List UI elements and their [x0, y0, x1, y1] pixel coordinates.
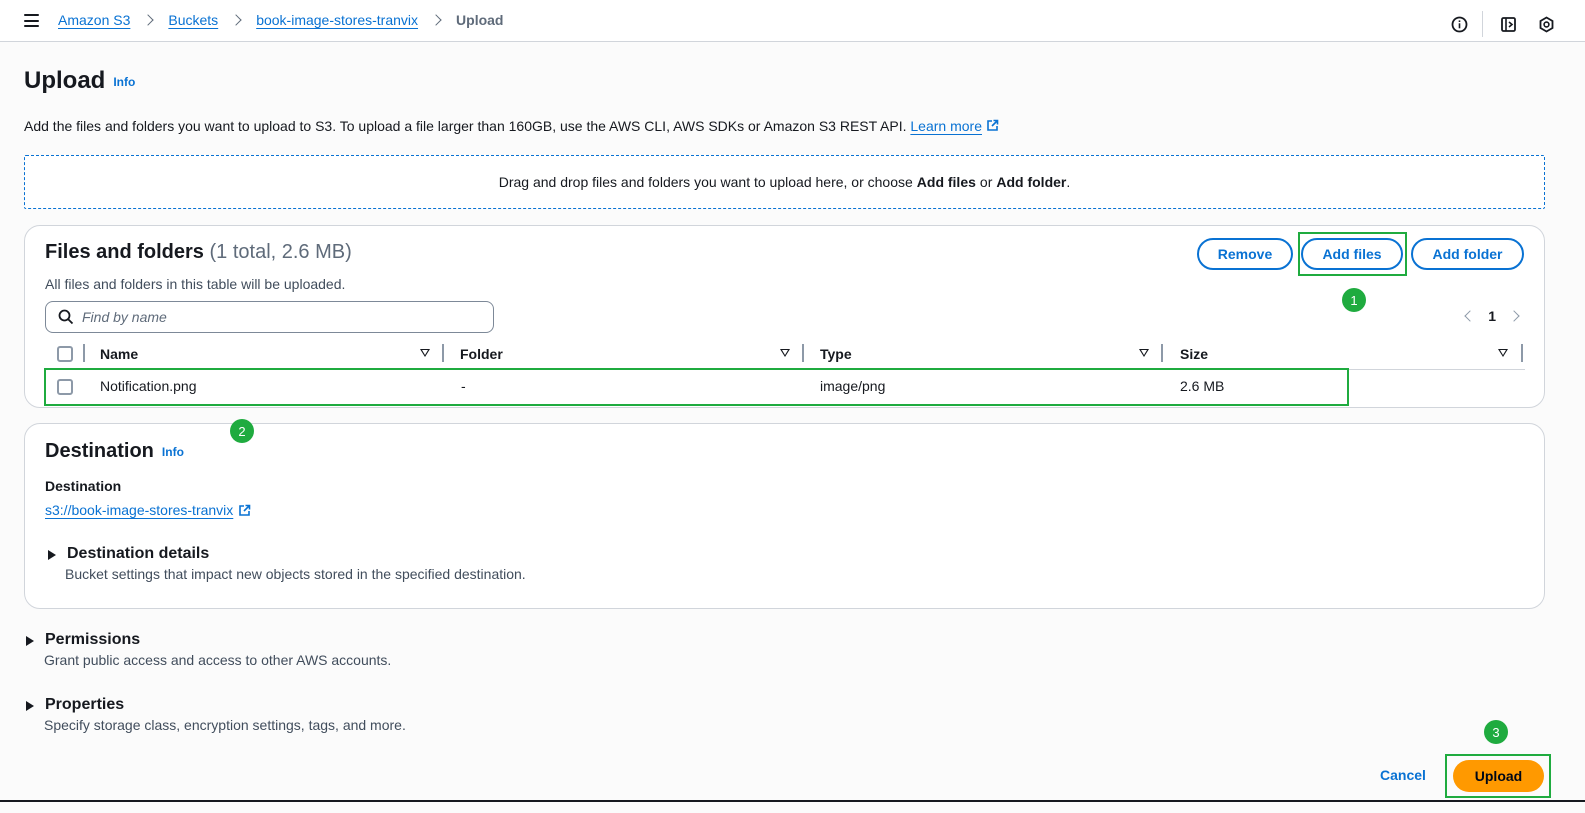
column-separator: [802, 344, 804, 362]
destination-details-expander[interactable]: Destination details: [48, 545, 209, 563]
breadcrumb-amazon-s3[interactable]: Amazon S3: [58, 12, 130, 28]
next-page-icon[interactable]: [1508, 308, 1524, 324]
properties-expander[interactable]: Properties: [26, 696, 124, 714]
chevron-right-icon: [232, 15, 242, 25]
caret-right-icon: [26, 701, 34, 711]
destination-title: Destination Info: [45, 440, 184, 463]
previous-page-icon[interactable]: [1460, 308, 1476, 324]
annotation-box-add-files: [1298, 232, 1407, 276]
page-description-text: Add the files and folders you want to up…: [24, 118, 907, 134]
external-link-icon: [987, 119, 999, 131]
annotation-badge-1: 1: [1342, 288, 1366, 312]
external-link-icon: [239, 504, 251, 516]
chevron-right-icon: [144, 15, 154, 25]
column-separator: [1521, 344, 1523, 362]
top-navigation-bar: Amazon S3 Buckets book-image-stores-tran…: [0, 0, 1585, 42]
dropzone-add-folder: Add folder: [996, 174, 1067, 190]
permissions-expander[interactable]: Permissions: [26, 631, 140, 649]
annotation-box-upload: [1445, 754, 1551, 798]
select-all-checkbox[interactable]: [57, 346, 73, 362]
breadcrumb-buckets[interactable]: Buckets: [168, 12, 218, 28]
column-header-type[interactable]: Type: [820, 346, 852, 362]
column-separator: [83, 344, 85, 362]
sort-icon[interactable]: [420, 349, 430, 357]
column-header-size[interactable]: Size: [1180, 346, 1208, 362]
permissions-subtitle: Grant public access and access to other …: [44, 652, 392, 668]
breadcrumb: Amazon S3 Buckets book-image-stores-tran…: [58, 12, 503, 28]
info-icon[interactable]: [1450, 15, 1468, 33]
column-header-name[interactable]: Name: [100, 346, 138, 362]
top-right-icons: [1430, 11, 1555, 37]
dropzone-add-files: Add files: [916, 174, 976, 190]
remove-button[interactable]: Remove: [1197, 238, 1293, 270]
search-field[interactable]: [45, 301, 494, 333]
properties-title: Properties: [45, 696, 125, 713]
destination-title-text: Destination: [45, 440, 154, 462]
column-separator: [442, 344, 444, 362]
page-title: Upload Info: [24, 67, 135, 95]
annotation-badge-3: 3: [1484, 720, 1508, 744]
sort-icon[interactable]: [1498, 349, 1508, 357]
annotation-badge-2: 2: [230, 419, 254, 443]
bottom-edge: [0, 800, 1585, 813]
page-title-text: Upload: [24, 67, 106, 94]
search-input[interactable]: [82, 309, 482, 325]
pagination: 1: [1460, 308, 1524, 324]
search-icon: [58, 309, 74, 325]
breadcrumb-current: Upload: [456, 12, 504, 28]
sort-icon[interactable]: [1139, 349, 1149, 357]
column-header-folder[interactable]: Folder: [460, 346, 503, 362]
info-link[interactable]: Info: [113, 75, 135, 89]
files-counter: (1 total, 2.6 MB): [209, 241, 352, 263]
destination-info-link[interactable]: Info: [162, 445, 184, 459]
panel-toggle-icon[interactable]: [1499, 15, 1517, 33]
chevron-right-icon: [432, 15, 442, 25]
files-subtitle: All files and folders in this table will…: [45, 276, 346, 292]
files-title-text: Files and folders: [45, 241, 204, 263]
permissions-title: Permissions: [45, 631, 141, 648]
destination-details-title: Destination details: [67, 545, 210, 562]
annotation-box-file-row: [44, 368, 1349, 406]
destination-panel: Destination Info Destination s3://book-im…: [24, 423, 1545, 609]
page-description: Add the files and folders you want to up…: [24, 118, 999, 134]
destination-details-subtitle: Bucket settings that impact new objects …: [65, 566, 526, 582]
page-number[interactable]: 1: [1488, 308, 1496, 324]
caret-right-icon: [26, 636, 34, 646]
sort-icon[interactable]: [780, 349, 790, 357]
learn-more-link[interactable]: Learn more: [910, 118, 982, 134]
settings-icon[interactable]: [1537, 15, 1555, 33]
dropzone-or: or: [979, 174, 993, 190]
top-divider: [1482, 11, 1483, 37]
destination-label: Destination: [45, 478, 122, 494]
drop-zone[interactable]: Drag and drop files and folders you want…: [24, 155, 1545, 209]
cancel-button[interactable]: Cancel: [1380, 767, 1426, 783]
files-title: Files and folders (1 total, 2.6 MB): [45, 241, 352, 264]
caret-right-icon: [48, 550, 56, 560]
table-header: Name Folder Type Size: [45, 344, 1525, 370]
dropzone-end: .: [1066, 174, 1071, 190]
add-folder-button[interactable]: Add folder: [1411, 238, 1524, 270]
column-separator: [1161, 344, 1163, 362]
properties-subtitle: Specify storage class, encryption settin…: [44, 717, 406, 733]
menu-icon[interactable]: [24, 14, 39, 27]
destination-link-text: s3://book-image-stores-tranvix: [45, 502, 234, 518]
dropzone-text: Drag and drop files and folders you want…: [498, 174, 913, 190]
destination-link[interactable]: s3://book-image-stores-tranvix: [45, 502, 251, 518]
breadcrumb-bucket[interactable]: book-image-stores-tranvix: [256, 12, 418, 28]
